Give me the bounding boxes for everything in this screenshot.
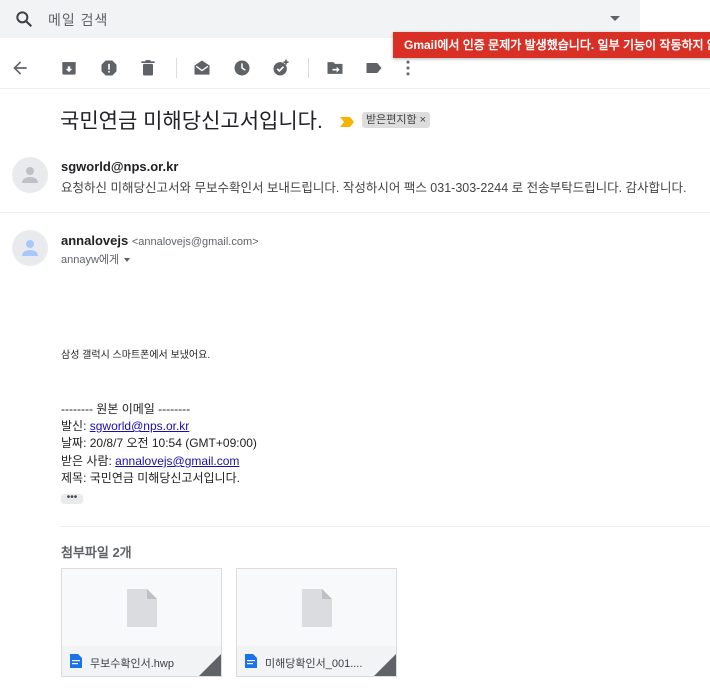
from-label: 발신: [61,419,90,433]
importance-marker-icon[interactable] [340,114,354,127]
avatar [12,230,48,266]
sender-name[interactable]: annalovejs [61,233,128,248]
thread-subject: 국민연금 미해당신고서입니다. [60,110,323,133]
auth-error-banner: Gmail에서 인증 문제가 발생했습니다. 일부 기능이 작동하지 않을 수 … [393,32,710,58]
attachment-card[interactable]: 무보수확인서.hwp [61,568,222,677]
attachment-footer[interactable]: 미해당확인서_001.... [237,646,396,676]
subject-label: 제목: [61,471,90,485]
recipient-link[interactable]: annalovejs@gmail.com [115,454,239,468]
toolbar-separator [308,58,309,78]
date-value: 20/8/7 오전 10:54 (GMT+09:00) [89,436,257,450]
toolbar-divider [0,88,710,89]
show-details-icon[interactable] [124,258,131,263]
from-line: 발신: sgworld@nps.or.kr [61,417,189,434]
file-preview-icon [127,589,157,627]
to-line: 받은 사람: annalovejs@gmail.com [61,452,239,469]
attachment-footer[interactable]: 무보수확인서.hwp [62,646,221,676]
attachment-filename: 무보수확인서.hwp [90,658,174,670]
more-icon[interactable] [398,58,418,78]
person-icon [22,167,38,183]
attachments-title: 첨부파일 2개 [61,545,132,560]
mark-unread-icon[interactable] [192,58,212,78]
mobile-signature: 삼성 갤럭시 스마트폰에서 보냈어요. [61,350,211,361]
person-icon [22,240,38,256]
remove-label-button[interactable]: × [420,114,426,126]
recipient-text: annayw에게 [61,254,120,266]
attachment-preview[interactable] [237,569,396,646]
delete-icon[interactable] [138,58,158,78]
show-trimmed-content-button[interactable]: ••• [61,493,83,504]
attachment-filename: 미해당확인서_001.... [265,658,363,670]
toolbar-separator [176,58,177,78]
document-icon [70,654,82,668]
message-snippet[interactable]: 요청하신 미해당신고서와 무보수확인서 보내드립니다. 작성하시어 팩스 031… [61,177,687,196]
original-email-header: -------- 원본 이메일 -------- [61,402,191,416]
file-preview-icon [302,589,332,627]
date-label: 날짜: [61,436,90,450]
subject-line: 제목: 국민연금 미해당신고서입니다. [61,469,240,486]
attachment-card[interactable]: 미해당확인서_001.... [236,568,397,677]
message-sender[interactable]: annalovejs <annalovejs@gmail.com> [61,233,259,248]
search-icon[interactable] [14,9,34,29]
label-text: 받은편지함 [366,114,417,126]
inbox-label-chip: 받은편지함 × [362,112,431,128]
message-sender[interactable]: sgworld@nps.or.kr [61,159,178,174]
recipient-label: 받은 사람: [61,454,116,468]
archive-icon[interactable] [59,58,79,78]
recipient-line[interactable]: annayw에게 [61,251,131,267]
from-link[interactable]: sgworld@nps.or.kr [90,419,190,433]
date-line: 날짜: 20/8/7 오전 10:54 (GMT+09:00) [61,434,257,451]
snooze-icon[interactable] [232,58,252,78]
sender-email: <annalovejs@gmail.com> [131,236,259,248]
back-arrow-icon[interactable] [10,58,30,78]
search-options-icon[interactable] [610,16,620,21]
page-curl-icon [199,654,221,676]
attachments-divider [60,526,710,527]
page-curl-icon [374,654,396,676]
report-spam-icon[interactable] [99,58,119,78]
document-icon [245,654,257,668]
search-input[interactable]: 메일 검색 [48,10,108,30]
message-divider [0,212,710,213]
labels-icon[interactable] [364,58,384,78]
subject-value: 국민연금 미해당신고서입니다. [89,471,240,485]
attachment-preview[interactable] [62,569,221,646]
avatar [12,157,48,193]
add-task-icon[interactable] [271,58,291,78]
move-to-icon[interactable] [325,58,345,78]
